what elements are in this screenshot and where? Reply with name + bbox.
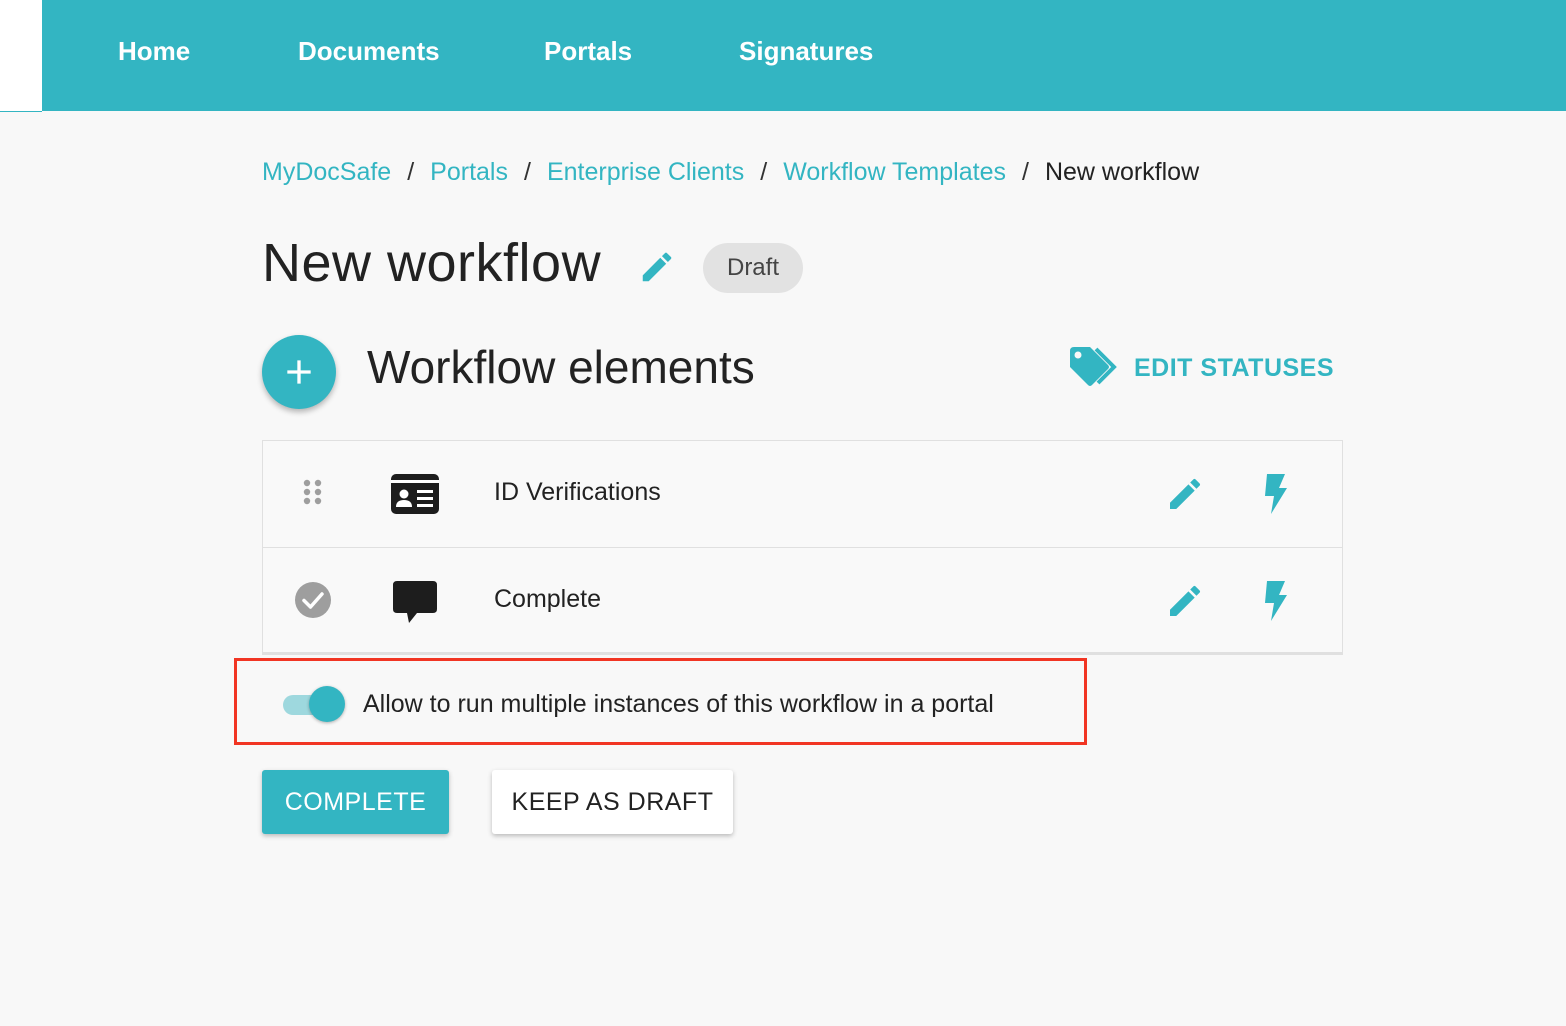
edit-element-button[interactable] — [1165, 581, 1205, 621]
edit-statuses-label: EDIT STATUSES — [1134, 353, 1335, 382]
list-item[interactable]: ID Verifications — [263, 441, 1342, 548]
complete-button[interactable]: COMPLETE — [262, 770, 449, 834]
check-circle-icon — [294, 581, 332, 619]
nav-signatures[interactable]: Signatures — [739, 36, 873, 67]
breadcrumb-separator: / — [523, 158, 531, 186]
edit-title-button[interactable] — [638, 248, 676, 286]
breadcrumb-mydocsafe[interactable]: MyDocSafe — [262, 158, 391, 187]
breadcrumb-current: New workflow — [1044, 158, 1200, 186]
element-label: ID Verifications — [494, 478, 661, 506]
breadcrumb: MyDocSafe / Portals / Enterprise Clients… — [262, 158, 1199, 187]
page: Home Documents Portals Signatures MyDocS… — [0, 0, 1566, 1026]
add-element-button[interactable] — [262, 335, 336, 409]
plus-icon — [287, 360, 311, 384]
speech-bubble-icon — [389, 579, 441, 625]
nav-documents[interactable]: Documents — [298, 36, 440, 67]
tags-icon — [1070, 347, 1117, 386]
lightning-bolt-icon — [1265, 474, 1287, 514]
section-title: Workflow elements — [367, 341, 755, 393]
drag-handle-icon[interactable] — [301, 479, 325, 511]
element-automation-button[interactable] — [1255, 579, 1295, 623]
element-label: Complete — [494, 585, 601, 613]
breadcrumb-separator: / — [1021, 158, 1029, 186]
id-card-icon — [389, 472, 441, 518]
nav-home[interactable]: Home — [118, 36, 190, 67]
edit-element-button[interactable] — [1165, 474, 1205, 514]
edit-statuses-button[interactable]: EDIT STATUSES — [1068, 343, 1334, 393]
breadcrumb-workflow-templates[interactable]: Workflow Templates — [783, 158, 1006, 187]
status-badge: Draft — [703, 243, 803, 293]
breadcrumb-separator: / — [760, 158, 768, 186]
multiple-instances-toggle[interactable] — [283, 686, 345, 722]
element-automation-button[interactable] — [1255, 472, 1295, 516]
lightning-bolt-icon — [1265, 581, 1287, 621]
breadcrumb-enterprise-clients[interactable]: Enterprise Clients — [547, 158, 744, 187]
page-title: New workflow — [262, 233, 602, 293]
toggle-thumb — [309, 686, 345, 722]
workflow-elements-list: ID Verifications Complete — [262, 440, 1343, 655]
keep-as-draft-button[interactable]: KEEP AS DRAFT — [492, 770, 733, 834]
topbar-underline — [0, 111, 42, 112]
pencil-icon — [642, 252, 672, 282]
breadcrumb-portals[interactable]: Portals — [430, 158, 508, 187]
pencil-icon — [1170, 478, 1201, 509]
top-nav-bar: Home Documents Portals Signatures — [42, 0, 1566, 111]
pencil-icon — [1170, 585, 1201, 616]
nav-portals[interactable]: Portals — [544, 36, 632, 67]
multiple-instances-label: Allow to run multiple instances of this … — [363, 690, 994, 718]
left-strip — [0, 0, 42, 111]
list-item[interactable]: Complete — [263, 548, 1342, 654]
breadcrumb-separator: / — [407, 158, 415, 186]
